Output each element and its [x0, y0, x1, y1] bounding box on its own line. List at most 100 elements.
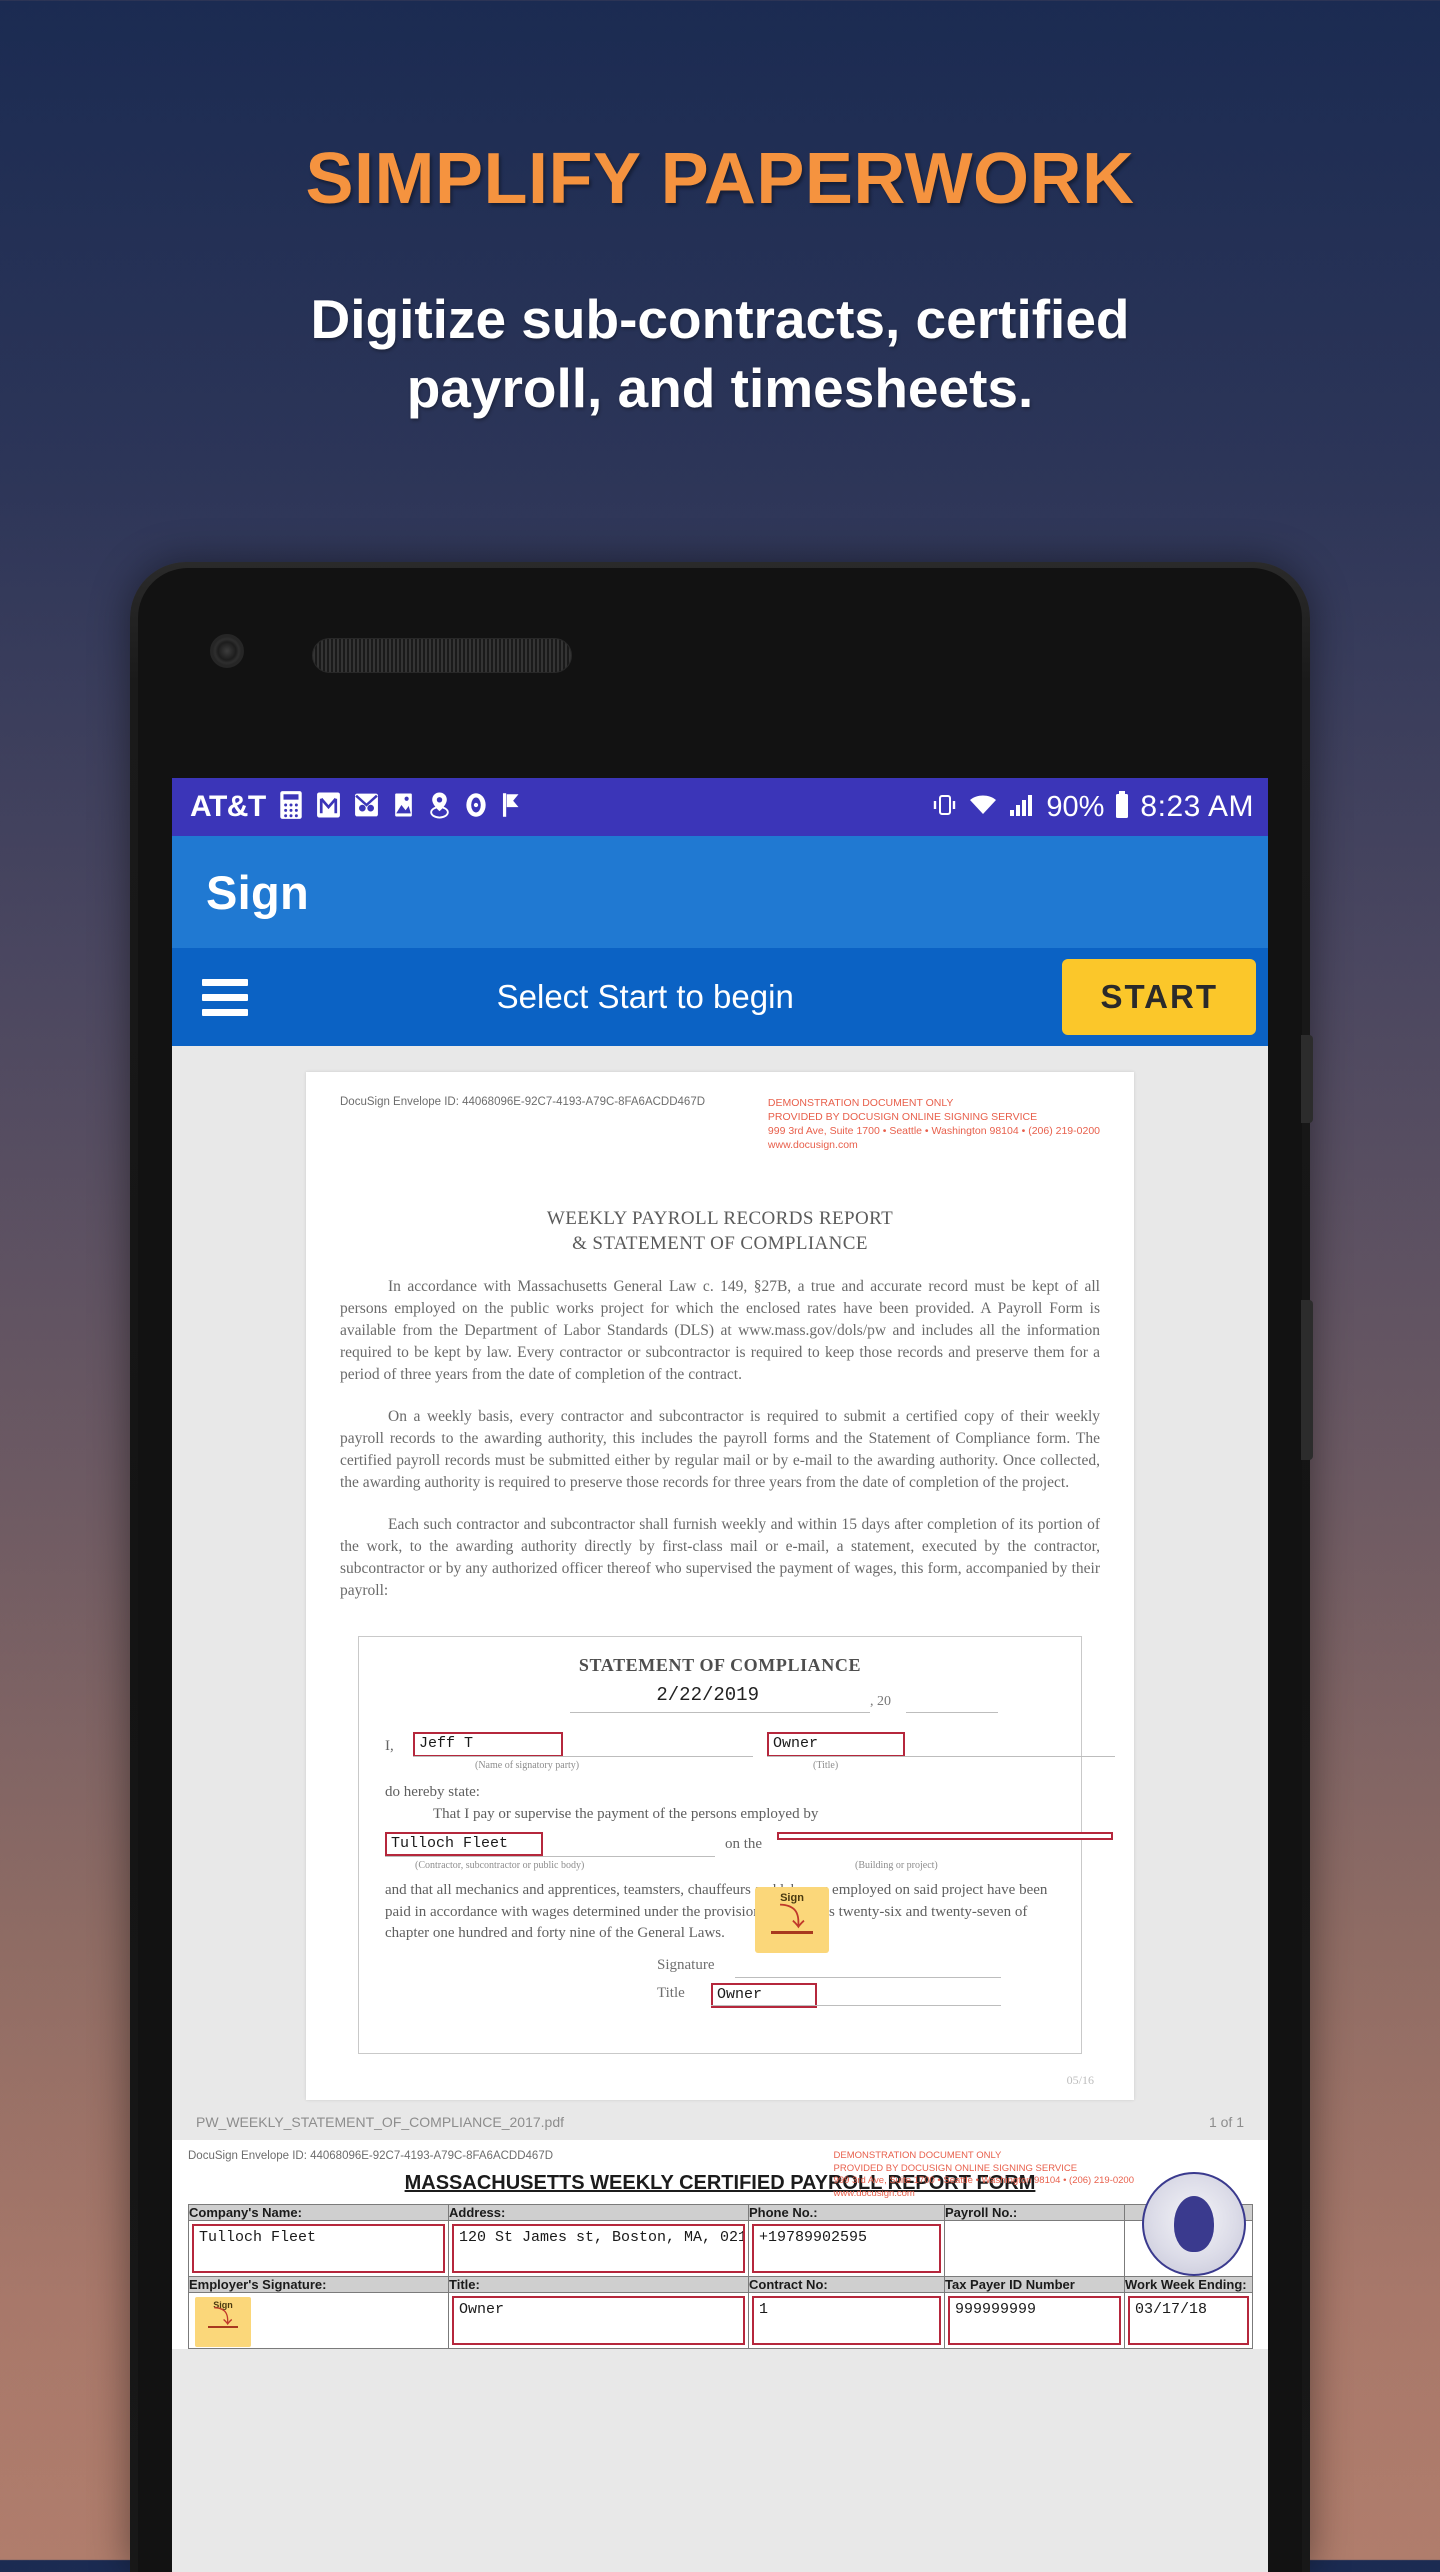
cell-address[interactable]: 120 St James st, Boston, MA, 02118 [448, 2220, 749, 2278]
contractor-rule [385, 1855, 715, 1857]
volume-button[interactable] [1301, 1300, 1313, 1460]
document-title-line-1: WEEKLY PAYROLL RECORDS REPORT [546, 1208, 894, 1230]
compliance-date-rule [570, 1712, 870, 1714]
demo-notice-line-4: www.docusign.com [767, 1139, 858, 1152]
compliance-year-prefix: , 20 [870, 1694, 891, 1710]
cell-contract-no[interactable]: 1 [748, 2292, 945, 2350]
page2-demo-line-4: www.docusign.com [833, 2187, 915, 2199]
cell-company-name[interactable]: Tulloch Fleet [188, 2220, 449, 2278]
cell-work-week-ending[interactable]: 03/17/18 [1124, 2292, 1253, 2350]
document-footer: PW_WEEKLY_STATEMENT_OF_COMPLIANCE_2017.p… [172, 2100, 1268, 2141]
table-header-row-1: Company's Name: Address: Phone No.: Payr… [188, 2204, 1253, 2222]
sign-here-tag[interactable]: Sign ⤵ [755, 1887, 829, 1954]
battery-icon [1114, 790, 1130, 825]
statement-of-compliance-box: STATEMENT OF COMPLIANCE 2/22/2019 , 20 I… [358, 1636, 1115, 2055]
status-notification-icons [278, 790, 522, 825]
status-hint-label: Select Start to begin [496, 978, 794, 1015]
cell-title[interactable]: Owner [448, 2292, 749, 2350]
envelope-id-label: DocuSign Envelope ID: 44068096E-92C7-419… [340, 1096, 706, 1108]
compliance-contractor-row: Tulloch Fleet (Contractor, subcontractor… [385, 1831, 1113, 1880]
compliance-date-value[interactable]: 2/22/2019 [656, 1684, 759, 1706]
check-flag-icon [500, 790, 522, 825]
payroll-table: Company's Name: Address: Phone No.: Payr… [188, 2204, 1253, 2350]
signature-rule [735, 1977, 1001, 1979]
header-company-name: Company's Name: [188, 2204, 449, 2222]
title-field-label: Title [657, 1985, 685, 2002]
header-phone: Phone No.: [748, 2204, 945, 2222]
header-payroll-no: Payroll No.: [944, 2204, 1125, 2222]
cell-phone[interactable]: +19789902595 [748, 2220, 945, 2278]
document-paragraph-3: Each such contractor and subcontractor s… [340, 1516, 1100, 1600]
page-title: SIMPLIFY PAPERWORK [305, 139, 1135, 219]
compliance-year-rule [906, 1712, 998, 1714]
power-button[interactable] [1301, 1035, 1313, 1123]
battery-percent-label: 90% [1046, 790, 1105, 823]
demo-notice: DEMONSTRATION DOCUMENT ONLY PROVIDED BY … [768, 1096, 1100, 1152]
photos-icon [391, 790, 416, 825]
page-subtitle-line-2: payroll, and timesheets. [406, 357, 1034, 420]
revision-label: 05/16 [1066, 2073, 1094, 2088]
demo-notice-line-1: DEMONSTRATION DOCUMENT ONLY [767, 1097, 954, 1109]
header-title: Title: [448, 2276, 749, 2294]
action-bar: Select Start to begin START [172, 948, 1268, 1046]
phone-value[interactable]: +19789902595 [752, 2224, 941, 2274]
signatory-name-caption: (Name of signatory party) [475, 1760, 580, 1772]
work-week-ending-value[interactable]: 03/17/18 [1128, 2296, 1249, 2346]
address-value[interactable]: 120 St James st, Boston, MA, 02118 [452, 2224, 745, 2274]
tax-payer-id-value[interactable]: 999999999 [948, 2296, 1121, 2346]
signatory-title-caption: (Title) [813, 1760, 839, 1772]
sign-here-tag-small[interactable]: Sign ⤵ [195, 2297, 251, 2348]
table-header-row-2: Employer's Signature: Title: Contract No… [188, 2276, 1253, 2294]
compliance-pay-line: That I pay or supervise the payment of t… [433, 1806, 819, 1823]
project-name-field[interactable] [777, 1831, 1113, 1840]
demo-notice-line-3: 999 3rd Ave, Suite 1700 • Seattle • Wash… [767, 1125, 1100, 1138]
document-title-line-2: & STATEMENT OF COMPLIANCE [572, 1233, 868, 1255]
document-viewer[interactable]: DocuSign Envelope ID: 44068096E-92C7-419… [172, 1046, 1268, 2572]
wifi-icon [968, 792, 998, 823]
document-page-2: DocuSign Envelope ID: 44068096E-92C7-419… [172, 2140, 1268, 2350]
page2-demo-line-3: 999 3rd Ave, Suite 1700 • Seattle • Wash… [833, 2175, 1134, 2187]
app-bar: Sign [172, 836, 1268, 948]
compliance-hereby-state: do hereby state: [385, 1784, 480, 1801]
status-system-icons: 90% 8:23 AM [930, 790, 1254, 825]
header-employer-signature: Employer's Signature: [188, 2276, 449, 2294]
cell-payroll-no[interactable] [944, 2220, 1125, 2278]
signatory-title-field[interactable]: Owner [767, 1732, 905, 1757]
contractor-caption: (Contractor, subcontractor or public bod… [415, 1859, 585, 1871]
signatory-name-rule [413, 1756, 753, 1758]
contractor-name-field[interactable]: Tulloch Fleet [385, 1831, 543, 1857]
title-value[interactable]: Owner [452, 2296, 745, 2346]
on-the-label: on the [725, 1835, 763, 1852]
front-camera-icon [210, 634, 244, 668]
signature-label: Signature [657, 1957, 715, 1974]
compliance-i-label: I, [385, 1738, 394, 1755]
document-paragraph-1: In accordance with Massachusetts General… [340, 1278, 1100, 1384]
signature-block: Signature Title Owner [385, 1955, 1055, 2027]
header-address: Address: [448, 2204, 749, 2222]
cell-tax-payer-id[interactable]: 999999999 [944, 2292, 1125, 2350]
carrier-label: AT&T [190, 790, 266, 823]
compass-icon [463, 790, 489, 825]
page-subtitle: Digitize sub-contracts, certified payrol… [0, 285, 1440, 424]
vibrate-icon [930, 791, 958, 824]
gmail-icon [315, 790, 342, 825]
compliance-body-text: and that all mechanics and apprentices, … [385, 1881, 1048, 1942]
demo-notice-line-2: PROVIDED BY DOCUSIGN ONLINE SIGNING SERV… [767, 1111, 1038, 1124]
location-pin-icon [427, 790, 452, 825]
sign-arrow-small-icon: ⤵ [213, 2307, 233, 2329]
start-button[interactable]: START [1062, 959, 1256, 1035]
table-row: Sign ⤵ Owner 1 999999999 03/17/18 [188, 2292, 1253, 2350]
header-tax-payer-id: Tax Payer ID Number [944, 2276, 1125, 2294]
compliance-name-title-row: I, Jeff T (Name of signatory party) Owne… [385, 1730, 1115, 1782]
contract-no-value[interactable]: 1 [752, 2296, 941, 2346]
page2-demo-line-1: DEMONSTRATION DOCUMENT ONLY [833, 2150, 1002, 2162]
payroll-no-value[interactable] [948, 2224, 1121, 2274]
signatory-name-field[interactable]: Jeff T [413, 1732, 563, 1757]
mail-owl-icon [353, 790, 380, 825]
calculator-icon [278, 790, 304, 825]
document-page-1: DocuSign Envelope ID: 44068096E-92C7-419… [306, 1072, 1134, 2101]
document-title: WEEKLY PAYROLL RECORDS REPORT & STATEMEN… [340, 1206, 1100, 1256]
signature-title-field[interactable]: Owner [711, 1983, 817, 2008]
company-name-value[interactable]: Tulloch Fleet [192, 2224, 445, 2274]
cell-employer-signature[interactable]: Sign ⤵ [188, 2292, 449, 2350]
